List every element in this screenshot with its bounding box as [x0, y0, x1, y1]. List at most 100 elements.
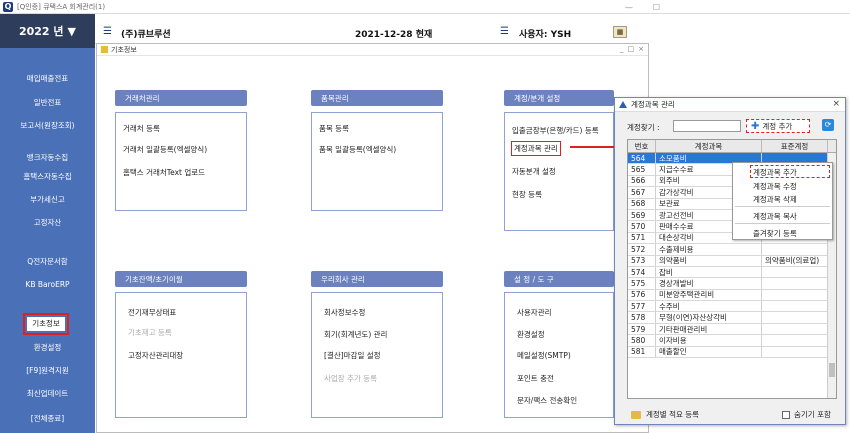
menu-prior-balance-sheet[interactable]: 전기재무상태표 [128, 307, 176, 318]
inner-maximize-button[interactable]: □ [628, 45, 635, 53]
table-row[interactable]: 581 매출할인 [628, 346, 836, 359]
sidebar-item-fixed-assets[interactable]: 고정자산 [0, 218, 95, 228]
user-label: 사용자: YSH [519, 30, 572, 40]
year-selector[interactable]: 2022 년 ▼ [0, 14, 95, 48]
maximize-button[interactable]: ☐ [653, 3, 660, 12]
menu-site-register[interactable]: 현장 등록 [512, 189, 542, 200]
sidebar-item-exit[interactable]: [전체종료] [0, 414, 95, 424]
menu-auto-journal[interactable]: 자동분개 설정 [512, 166, 556, 177]
menu-point-charge[interactable]: 포인트 충전 [517, 373, 554, 384]
cell-number: 573 [628, 255, 656, 266]
sidebar-item-reports[interactable]: 보고서(원장조회) [0, 121, 95, 131]
inner-minimize-button[interactable]: _ [620, 45, 624, 53]
window-title: [Q인증] 큐택스A 회계관리(1) [17, 2, 106, 11]
menu-item-bulk-register[interactable]: 품목 일괄등록(엑셀양식) [319, 144, 396, 155]
menu-closing-date[interactable]: [결산]마감일 설정 [324, 350, 381, 361]
menu-settings[interactable]: 환경설정 [517, 329, 545, 340]
table-row[interactable]: 577 수주비 [628, 301, 836, 313]
group-header-opening: 기초잔액/초기이월 [115, 271, 247, 287]
minimize-button[interactable]: — [625, 3, 633, 12]
scrollbar-thumb[interactable] [829, 363, 835, 377]
dialog-title-bar: 계정과목 관리 [615, 98, 845, 112]
sidebar-item-update[interactable]: 최신업데이트 [0, 389, 95, 399]
column-header-number[interactable]: 번호 [628, 140, 656, 152]
include-hidden-label: 숨기기 포함 [794, 410, 831, 419]
folder-icon [631, 410, 641, 419]
account-memo-register-button[interactable]: 계정별 적요 등록 [631, 409, 699, 420]
sidebar-item-e-documents[interactable]: Q전자문서함 [0, 257, 95, 267]
menu-fiscal-year[interactable]: 회기(회계년도) 관리 [324, 329, 387, 340]
menu-hometax-customer-upload[interactable]: 홈택스 거래처Text 업로드 [123, 167, 205, 178]
cell-number: 569 [628, 209, 656, 221]
menu-customer-bulk-register[interactable]: 거래처 일괄등록(엑셀양식) [123, 144, 207, 155]
cell-account: 이자비용 [656, 335, 762, 346]
group-header-items: 품목관리 [311, 90, 443, 106]
plus-icon: ✚ [751, 120, 760, 132]
account-search-input[interactable] [673, 120, 741, 132]
sidebar-item-sales-purchase[interactable]: 매입매출전표 [0, 74, 95, 84]
cell-account: 미분양주택관리비 [656, 289, 762, 301]
cell-number: 577 [628, 301, 656, 312]
add-account-button[interactable]: ✚ 계정 추가 [746, 119, 810, 133]
sidebar-item-basic-info[interactable]: 기초정보 [23, 313, 69, 335]
sidebar-item-vat[interactable]: 부가세신고 [0, 195, 95, 205]
table-row[interactable]: 573 의약품비 의약품비(의료업) [628, 255, 836, 267]
cell-account: 잡비 [656, 266, 762, 278]
table-row[interactable]: 580 이자비용 [628, 335, 836, 347]
calculator-icon[interactable]: ▦ [613, 26, 627, 38]
dialog-close-button[interactable]: × [832, 99, 840, 109]
context-item-copy-account[interactable]: 계정과목 복사 [753, 211, 797, 222]
menu-item-register[interactable]: 품목 등록 [319, 123, 349, 134]
menu-account-management[interactable]: 계정과목 관리 [511, 141, 561, 156]
sidebar-item-baroerp[interactable]: KB BaroERP [0, 280, 95, 290]
cell-number: 566 [628, 175, 656, 187]
cell-number: 581 [628, 346, 656, 358]
list-icon: ☰ [500, 26, 509, 37]
table-row[interactable]: 574 잡비 [628, 266, 836, 279]
refresh-icon[interactable]: ⟳ [822, 119, 834, 131]
sidebar-item-settings[interactable]: 환경설정 [0, 343, 95, 353]
account-memo-register-label: 계정별 적요 등록 [646, 410, 700, 419]
chevron-down-icon: ▼ [67, 24, 77, 38]
checkbox-icon[interactable] [782, 410, 790, 419]
account-management-dialog: 계정과목 관리 × 계정찾기 : ✚ 계정 추가 ⟳ 번호 계정과목 표준계정 … [614, 97, 846, 425]
context-item-add-favorite[interactable]: 즐겨찾기 등록 [753, 228, 797, 239]
context-separator [735, 206, 830, 207]
table-row[interactable]: 576 미분양주택관리비 [628, 289, 836, 302]
menu-mail-settings[interactable]: 메일설정(SMTP) [517, 350, 571, 361]
cell-account: 무형(이연)자산상각비 [656, 312, 762, 323]
group-box-accounts: 입출금장부(은행/카드) 등록 계정과목 관리 자동분개 설정 현장 등록 [504, 112, 614, 231]
cell-standard [762, 266, 828, 278]
column-header-account[interactable]: 계정과목 [656, 140, 762, 152]
cell-standard [762, 301, 828, 312]
menu-company-info[interactable]: 회사정보수정 [324, 307, 365, 318]
include-hidden-checkbox[interactable]: 숨기기 포함 [782, 409, 831, 420]
table-row[interactable]: 578 무형(이연)자산상각비 [628, 312, 836, 324]
cell-account: 수주비 [656, 301, 762, 312]
menu-sms-fax-check[interactable]: 문자/팩스 전송확인 [517, 395, 577, 406]
sidebar-item-remote-support[interactable]: [F9]원격지원 [0, 366, 95, 376]
sidebar-item-bank-collect[interactable]: 뱅크자동수집 [0, 153, 95, 163]
column-header-standard[interactable]: 표준계정 [762, 140, 828, 152]
menu-bank-card-register[interactable]: 입출금장부(은행/카드) 등록 [512, 125, 599, 136]
menu-customer-register[interactable]: 거래처 등록 [123, 123, 160, 134]
table-row[interactable]: 572 수출제비용 [628, 244, 836, 256]
context-separator [735, 223, 830, 224]
cell-standard [762, 244, 828, 255]
menu-user-management[interactable]: 사용자관리 [517, 307, 552, 318]
inner-close-button[interactable]: × [638, 45, 644, 53]
menu-fixed-asset-ledger[interactable]: 고정자산관리대장 [128, 350, 183, 361]
cell-number: 575 [628, 278, 656, 289]
sidebar-item-general-journal[interactable]: 일반전표 [0, 98, 95, 108]
table-row[interactable]: 575 경상개발비 [628, 278, 836, 290]
header: ☰ (주)큐브루션 2021-12-28 현재 ☰ 사용자: YSH ▦ [95, 14, 640, 44]
sidebar-item-hometax-collect[interactable]: 홈택스자동수집 [0, 172, 95, 182]
context-item-add-account[interactable]: 계정과목 추가 [753, 167, 797, 178]
context-item-delete-account[interactable]: 계정과목 삭제 [753, 194, 797, 205]
cell-number: 580 [628, 335, 656, 346]
window-icon [101, 46, 108, 53]
context-item-edit-account[interactable]: 계정과목 수정 [753, 181, 797, 192]
cell-account: 경상개발비 [656, 278, 762, 289]
table-row[interactable]: 579 기타판매관리비 [628, 323, 836, 336]
cell-number: 568 [628, 198, 656, 209]
